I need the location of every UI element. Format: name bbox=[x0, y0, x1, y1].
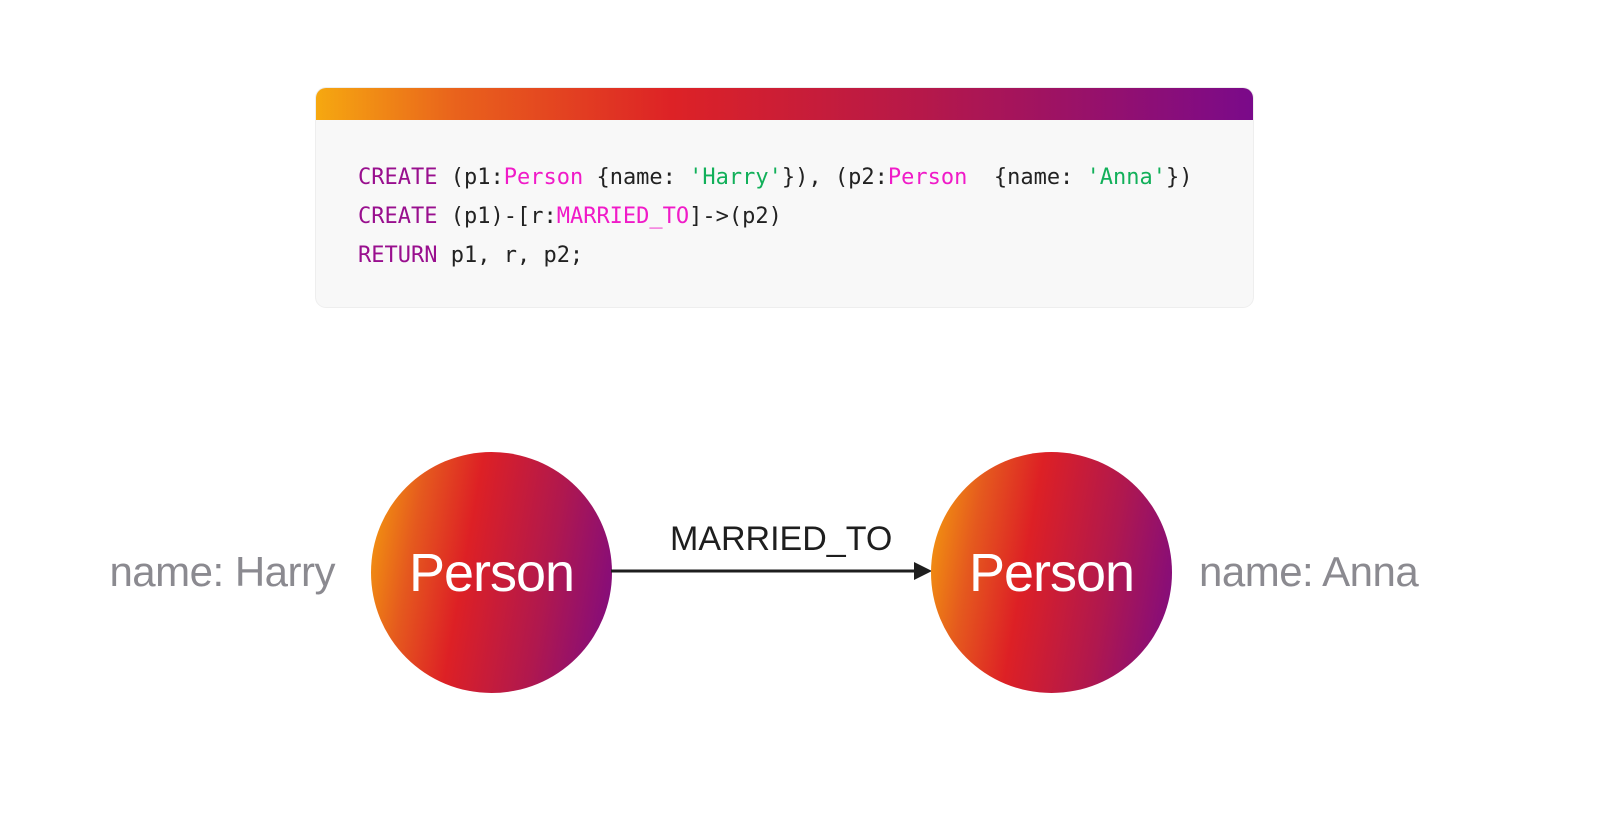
married-to-edge bbox=[611, 562, 932, 580]
relationship-label: MARRIED_TO bbox=[670, 520, 893, 558]
arrowhead-icon bbox=[914, 562, 932, 580]
node-label: Person bbox=[968, 542, 1135, 603]
person-node-anna: Person bbox=[931, 452, 1172, 693]
node-property-anna: name: Anna bbox=[1199, 548, 1419, 595]
